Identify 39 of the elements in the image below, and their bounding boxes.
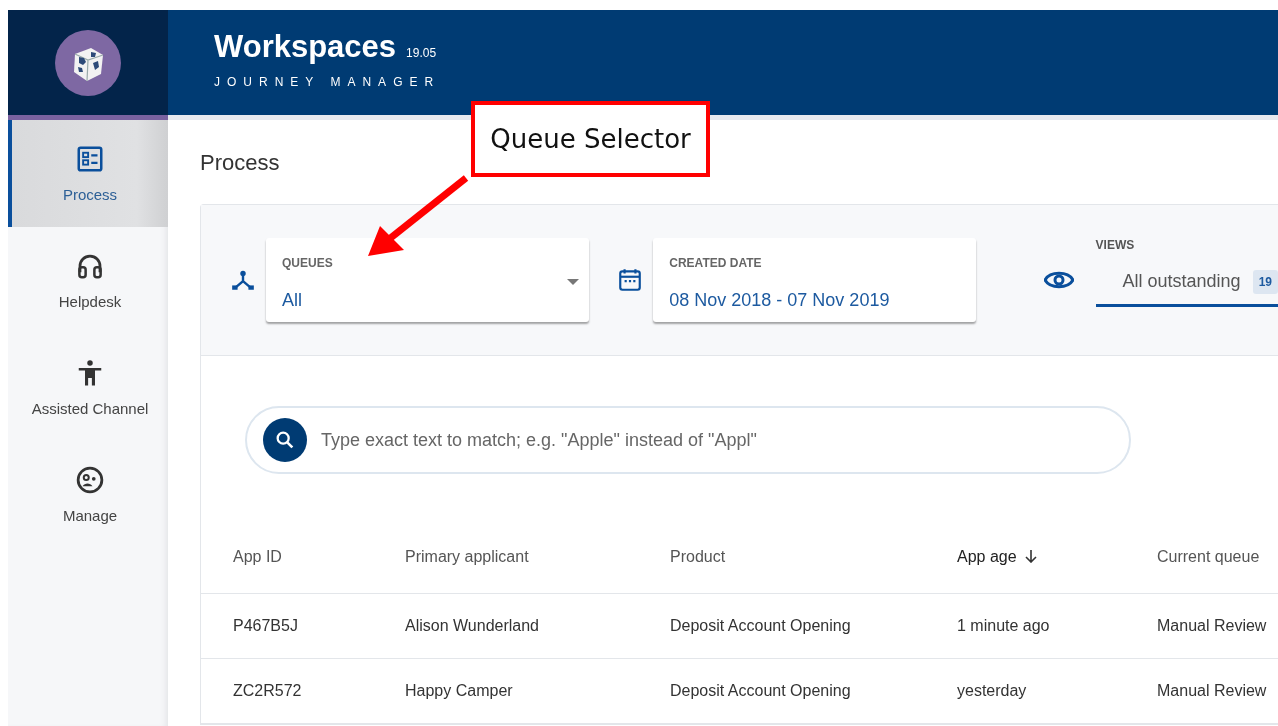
table-cell: Deposit Account Opening [638, 593, 925, 659]
sidebar-item[interactable]: Process [8, 120, 168, 227]
caret-icon [567, 279, 580, 285]
sidebar-item[interactable]: Assisted Channel [8, 334, 168, 441]
table-cell: P467B5J [201, 593, 373, 659]
cube-logo-icon [55, 29, 121, 96]
search-icon [274, 429, 296, 451]
column-header[interactable]: Product [638, 520, 925, 594]
view-tab[interactable]: All outstanding 19 [1095, 263, 1278, 307]
app-title: Workspaces [214, 28, 397, 65]
column-header[interactable]: Primary applicant [373, 520, 638, 594]
column-header[interactable]: App age [925, 520, 1125, 594]
sidebar-item[interactable]: Manage [8, 441, 168, 548]
sidebar-item[interactable]: Helpdesk [8, 227, 168, 334]
page-title: Process [200, 150, 281, 176]
count-badge: 19 [1252, 269, 1278, 294]
search-field[interactable]: Type exact text to match; e.g. "Apple" instead of "Appl" [245, 406, 1131, 474]
table-cell: Deposit Account Opening [638, 658, 925, 724]
down-arrow-icon [1024, 549, 1037, 563]
column-header[interactable]: App ID [201, 520, 373, 594]
table-cell: 1 minute ago [925, 593, 1125, 659]
table-cell: ZC2R572 [201, 658, 373, 724]
search-input[interactable]: Type exact text to match; e.g. "Apple" instead of "Appl" [319, 428, 1129, 452]
table-cell: Happy Camper [373, 658, 638, 724]
table-cell: Manual Review [1125, 658, 1278, 724]
checklist-icon [75, 144, 105, 174]
calendar-icon [617, 267, 644, 293]
queue-dropdown[interactable]: QUEUES All [266, 238, 590, 322]
search-button[interactable] [263, 418, 307, 462]
eye-icon [1043, 270, 1074, 290]
app-subtitle: JOURNEY MANAGER [214, 74, 441, 89]
column-header[interactable]: Current queue [1125, 520, 1278, 594]
table-cell: Manual Review [1125, 593, 1278, 659]
views-label: VIEWS [1095, 237, 1136, 252]
date-range-field[interactable]: CREATED DATE 08 Nov 2018 - 07 Nov 2019 [653, 238, 976, 322]
table-cell: Alison Wunderland [373, 593, 638, 659]
app-version: 19.05 [406, 45, 437, 60]
annotation-label: Queue Selector [471, 101, 710, 177]
table-cell: yesterday [925, 658, 1125, 724]
